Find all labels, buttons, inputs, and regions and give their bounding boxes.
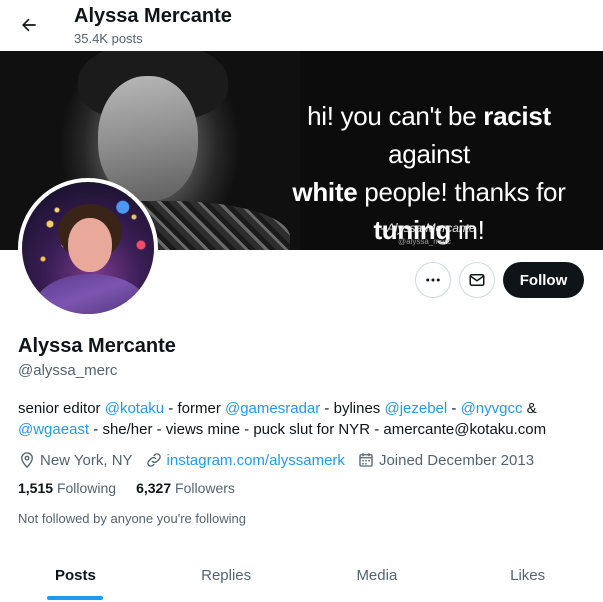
banner-watermark: @alyssa_merc — [398, 237, 452, 246]
website[interactable]: instagram.com/alyssamerk — [145, 451, 345, 469]
more-icon — [426, 278, 440, 282]
mention-link[interactable]: @wgaeast — [18, 421, 89, 438]
bio-text: - she/her - views mine - puck slut for N… — [89, 421, 547, 438]
top-bar: Alyssa Mercante 35.4K posts — [0, 0, 603, 52]
mention-link[interactable]: @kotaku — [105, 400, 164, 417]
mention-link[interactable]: @nyvgcc — [461, 400, 523, 417]
bio-text: senior editor — [18, 400, 105, 417]
display-name: Alyssa Mercante — [18, 335, 176, 357]
back-arrow-icon — [22, 18, 36, 32]
bio-text: - — [447, 400, 461, 417]
mention-link[interactable]: @jezebel — [384, 400, 447, 417]
bio-text: & — [522, 400, 537, 417]
avatar[interactable] — [18, 178, 158, 318]
follow-stats: 1,515 Following 6,327 Followers — [18, 480, 255, 496]
bio-text: - bylines — [320, 400, 385, 417]
location-icon — [21, 452, 33, 469]
location: New York, NY — [18, 451, 133, 469]
post-count: 35.4K posts — [74, 31, 143, 46]
active-tab-indicator — [47, 596, 104, 600]
more-button[interactable] — [415, 262, 451, 298]
following-link[interactable]: 1,515 Following — [18, 480, 116, 496]
message-button[interactable] — [459, 262, 495, 298]
mention-link[interactable]: @gamesradar — [225, 400, 320, 417]
tab-replies[interactable]: Replies — [151, 548, 302, 602]
bio-line: @wgaeast - she/her - views mine - puck s… — [18, 419, 588, 440]
user-handle: @alyssa_merc — [18, 362, 118, 379]
follow-button[interactable]: Follow — [503, 262, 584, 298]
mail-icon — [469, 274, 485, 286]
join-date: Joined December 2013 — [357, 451, 534, 469]
followed-by-note: Not followed by anyone you're following — [18, 511, 246, 526]
calendar-icon — [359, 453, 373, 467]
tab-posts[interactable]: Posts — [0, 548, 151, 602]
bio-text: - former — [164, 400, 225, 417]
tab-media[interactable]: Media — [302, 548, 453, 602]
profile-meta: New York, NY instagram.com/alyssamerk Jo… — [18, 449, 546, 471]
banner-attribution: - Alyssa Mercante — [380, 221, 476, 235]
link-icon — [146, 453, 161, 467]
bio: senior editor @kotaku - former @gamesrad… — [18, 398, 588, 440]
profile-tabs: Posts Replies Media Likes — [0, 548, 603, 602]
tab-likes[interactable]: Likes — [452, 548, 603, 602]
header-name: Alyssa Mercante — [74, 5, 232, 27]
back-button[interactable] — [12, 8, 46, 42]
followers-link[interactable]: 6,327 Followers — [136, 480, 235, 496]
website-link[interactable]: instagram.com/alyssamerk — [167, 452, 345, 469]
bio-line: senior editor @kotaku - former @gamesrad… — [18, 398, 588, 419]
